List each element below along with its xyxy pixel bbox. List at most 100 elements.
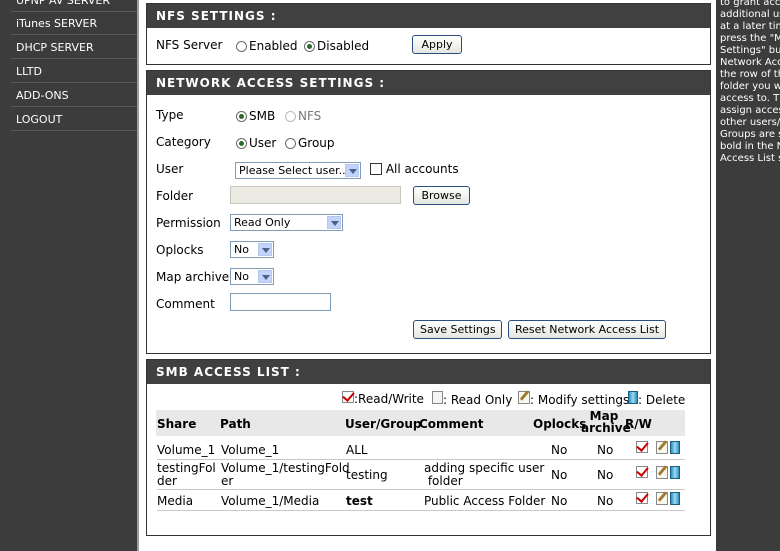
- edit-icon[interactable]: [656, 492, 668, 505]
- row-path: Volume_1/Media: [221, 494, 320, 508]
- nfs-enabled-radio[interactable]: [236, 41, 247, 52]
- type-smb-radio[interactable]: [236, 111, 247, 122]
- type-label: Type: [156, 108, 184, 122]
- row-map-archive: No: [597, 443, 614, 457]
- nfs-disabled-label: Disabled: [317, 39, 370, 53]
- nav-left-strip: [0, 0, 11, 551]
- type-nfs-option[interactable]: NFS: [285, 109, 321, 123]
- sidebar-nav: UPNP AV SERVER iTunes SERVER DHCP SERVER…: [11, 0, 137, 551]
- nfs-settings-section: NFS SETTINGS : NFS Server Enabled Disabl…: [146, 3, 711, 65]
- nfs-enabled-label: Enabled: [249, 39, 298, 53]
- comment-field[interactable]: [230, 293, 331, 311]
- legend-delete: : Delete: [628, 391, 685, 407]
- permission-label: Permission: [156, 216, 221, 230]
- map-archive-select[interactable]: No: [230, 268, 274, 285]
- row-oplocks: No: [551, 443, 568, 457]
- row-comment: Public Access Folder: [424, 494, 546, 508]
- smb-access-list-title: SMB ACCESS LIST :: [147, 360, 710, 384]
- row-comment: adding specific user folder: [424, 461, 545, 488]
- row-path: Volume_1/testingFold er: [221, 461, 350, 488]
- row-share: Volume_1: [157, 443, 216, 457]
- sidebar-item-lltd[interactable]: LLTD: [11, 60, 137, 83]
- row-divider: [157, 510, 685, 511]
- row-user: ALL: [346, 443, 368, 457]
- folder-label: Folder: [156, 189, 194, 203]
- nfs-disabled-option[interactable]: Disabled: [304, 39, 369, 53]
- all-accounts-checkbox[interactable]: [370, 163, 382, 175]
- category-user-option[interactable]: User: [236, 136, 276, 150]
- row-oplocks: No: [551, 468, 568, 482]
- legend-modify-label: : Modify settings: [530, 393, 630, 407]
- map-archive-label: Map archive: [156, 270, 230, 284]
- chevron-down-icon: [345, 164, 359, 177]
- save-settings-button[interactable]: Save Settings: [413, 320, 502, 339]
- nfs-settings-title: NFS SETTINGS :: [147, 4, 710, 28]
- edit-icon[interactable]: [656, 441, 668, 454]
- all-accounts-option[interactable]: All accounts: [370, 162, 459, 176]
- read-write-icon[interactable]: [636, 492, 648, 504]
- comment-label: Comment: [156, 297, 215, 311]
- nfs-server-label: NFS Server: [156, 38, 223, 52]
- user-select-value: Please Select user...: [239, 164, 350, 177]
- sidebar-item-upnp-av-server[interactable]: UPNP AV SERVER: [11, 0, 137, 12]
- row-divider: [157, 489, 685, 490]
- read-only-icon: [432, 391, 443, 404]
- sidebar-item-logout[interactable]: LOGOUT: [11, 108, 137, 131]
- chevron-down-icon: [258, 243, 272, 256]
- oplocks-select-value: No: [234, 243, 249, 256]
- user-select[interactable]: Please Select user...: [235, 162, 361, 179]
- type-smb-label: SMB: [249, 109, 276, 123]
- edit-icon[interactable]: [656, 466, 668, 479]
- read-write-icon: [342, 391, 354, 403]
- sidebar-item-dhcp-server[interactable]: DHCP SERVER: [11, 36, 137, 59]
- network-access-settings-section: NETWORK ACCESS SETTINGS : Type SMB NFS C…: [146, 70, 711, 354]
- help-panel: to grant acc additional us at a later ti…: [716, 0, 780, 551]
- type-smb-option[interactable]: SMB: [236, 109, 275, 123]
- trash-icon: [628, 391, 638, 404]
- folder-field[interactable]: [230, 186, 401, 204]
- trash-icon[interactable]: [670, 492, 680, 505]
- category-group-label: Group: [298, 136, 335, 150]
- apply-button[interactable]: Apply: [412, 35, 462, 54]
- category-group-option[interactable]: Group: [285, 136, 335, 150]
- col-path: Path: [220, 417, 251, 431]
- read-write-icon[interactable]: [636, 441, 648, 453]
- sidebar-item-add-ons[interactable]: ADD-ONS: [11, 84, 137, 107]
- read-write-icon[interactable]: [636, 466, 648, 478]
- chevron-down-icon: [327, 216, 341, 229]
- sidebar-item-itunes-server[interactable]: iTunes SERVER: [11, 12, 137, 35]
- reset-network-access-list-button[interactable]: Reset Network Access List: [508, 320, 666, 339]
- browse-button[interactable]: Browse: [413, 186, 470, 205]
- row-user: testing: [346, 468, 388, 482]
- nfs-disabled-radio[interactable]: [304, 41, 315, 52]
- oplocks-label: Oplocks: [156, 243, 204, 257]
- help-text: to grant acc additional us at a later ti…: [720, 0, 780, 164]
- edit-icon: [518, 391, 530, 404]
- legend-delete-label: : Delete: [638, 393, 686, 407]
- row-map-archive: No: [597, 468, 614, 482]
- legend-read-write: :Read/Write: [342, 391, 424, 406]
- network-access-title: NETWORK ACCESS SETTINGS :: [147, 71, 710, 95]
- all-accounts-label: All accounts: [385, 162, 459, 176]
- nfs-enabled-option[interactable]: Enabled: [236, 39, 298, 53]
- permission-select-value: Read Only: [234, 216, 291, 229]
- row-user: test: [346, 494, 373, 508]
- row-map-archive: No: [597, 494, 614, 508]
- row-divider: [157, 459, 685, 460]
- permission-select[interactable]: Read Only: [230, 214, 343, 231]
- category-group-radio[interactable]: [285, 138, 296, 149]
- col-comment: Comment: [419, 417, 484, 431]
- category-user-radio[interactable]: [236, 138, 247, 149]
- user-label: User: [156, 162, 184, 176]
- type-nfs-radio[interactable]: [285, 111, 296, 122]
- col-user-group: User/Group: [345, 417, 422, 431]
- chevron-down-icon: [258, 270, 272, 283]
- col-map-archive: Map archive: [581, 410, 631, 434]
- legend-read-only: : Read Only: [432, 391, 512, 407]
- oplocks-select[interactable]: No: [230, 241, 274, 258]
- col-map-archive-line2: archive: [581, 421, 631, 435]
- legend-modify: : Modify settings: [518, 391, 629, 407]
- trash-icon[interactable]: [670, 441, 680, 454]
- row-share: Media: [157, 494, 194, 508]
- trash-icon[interactable]: [670, 466, 680, 479]
